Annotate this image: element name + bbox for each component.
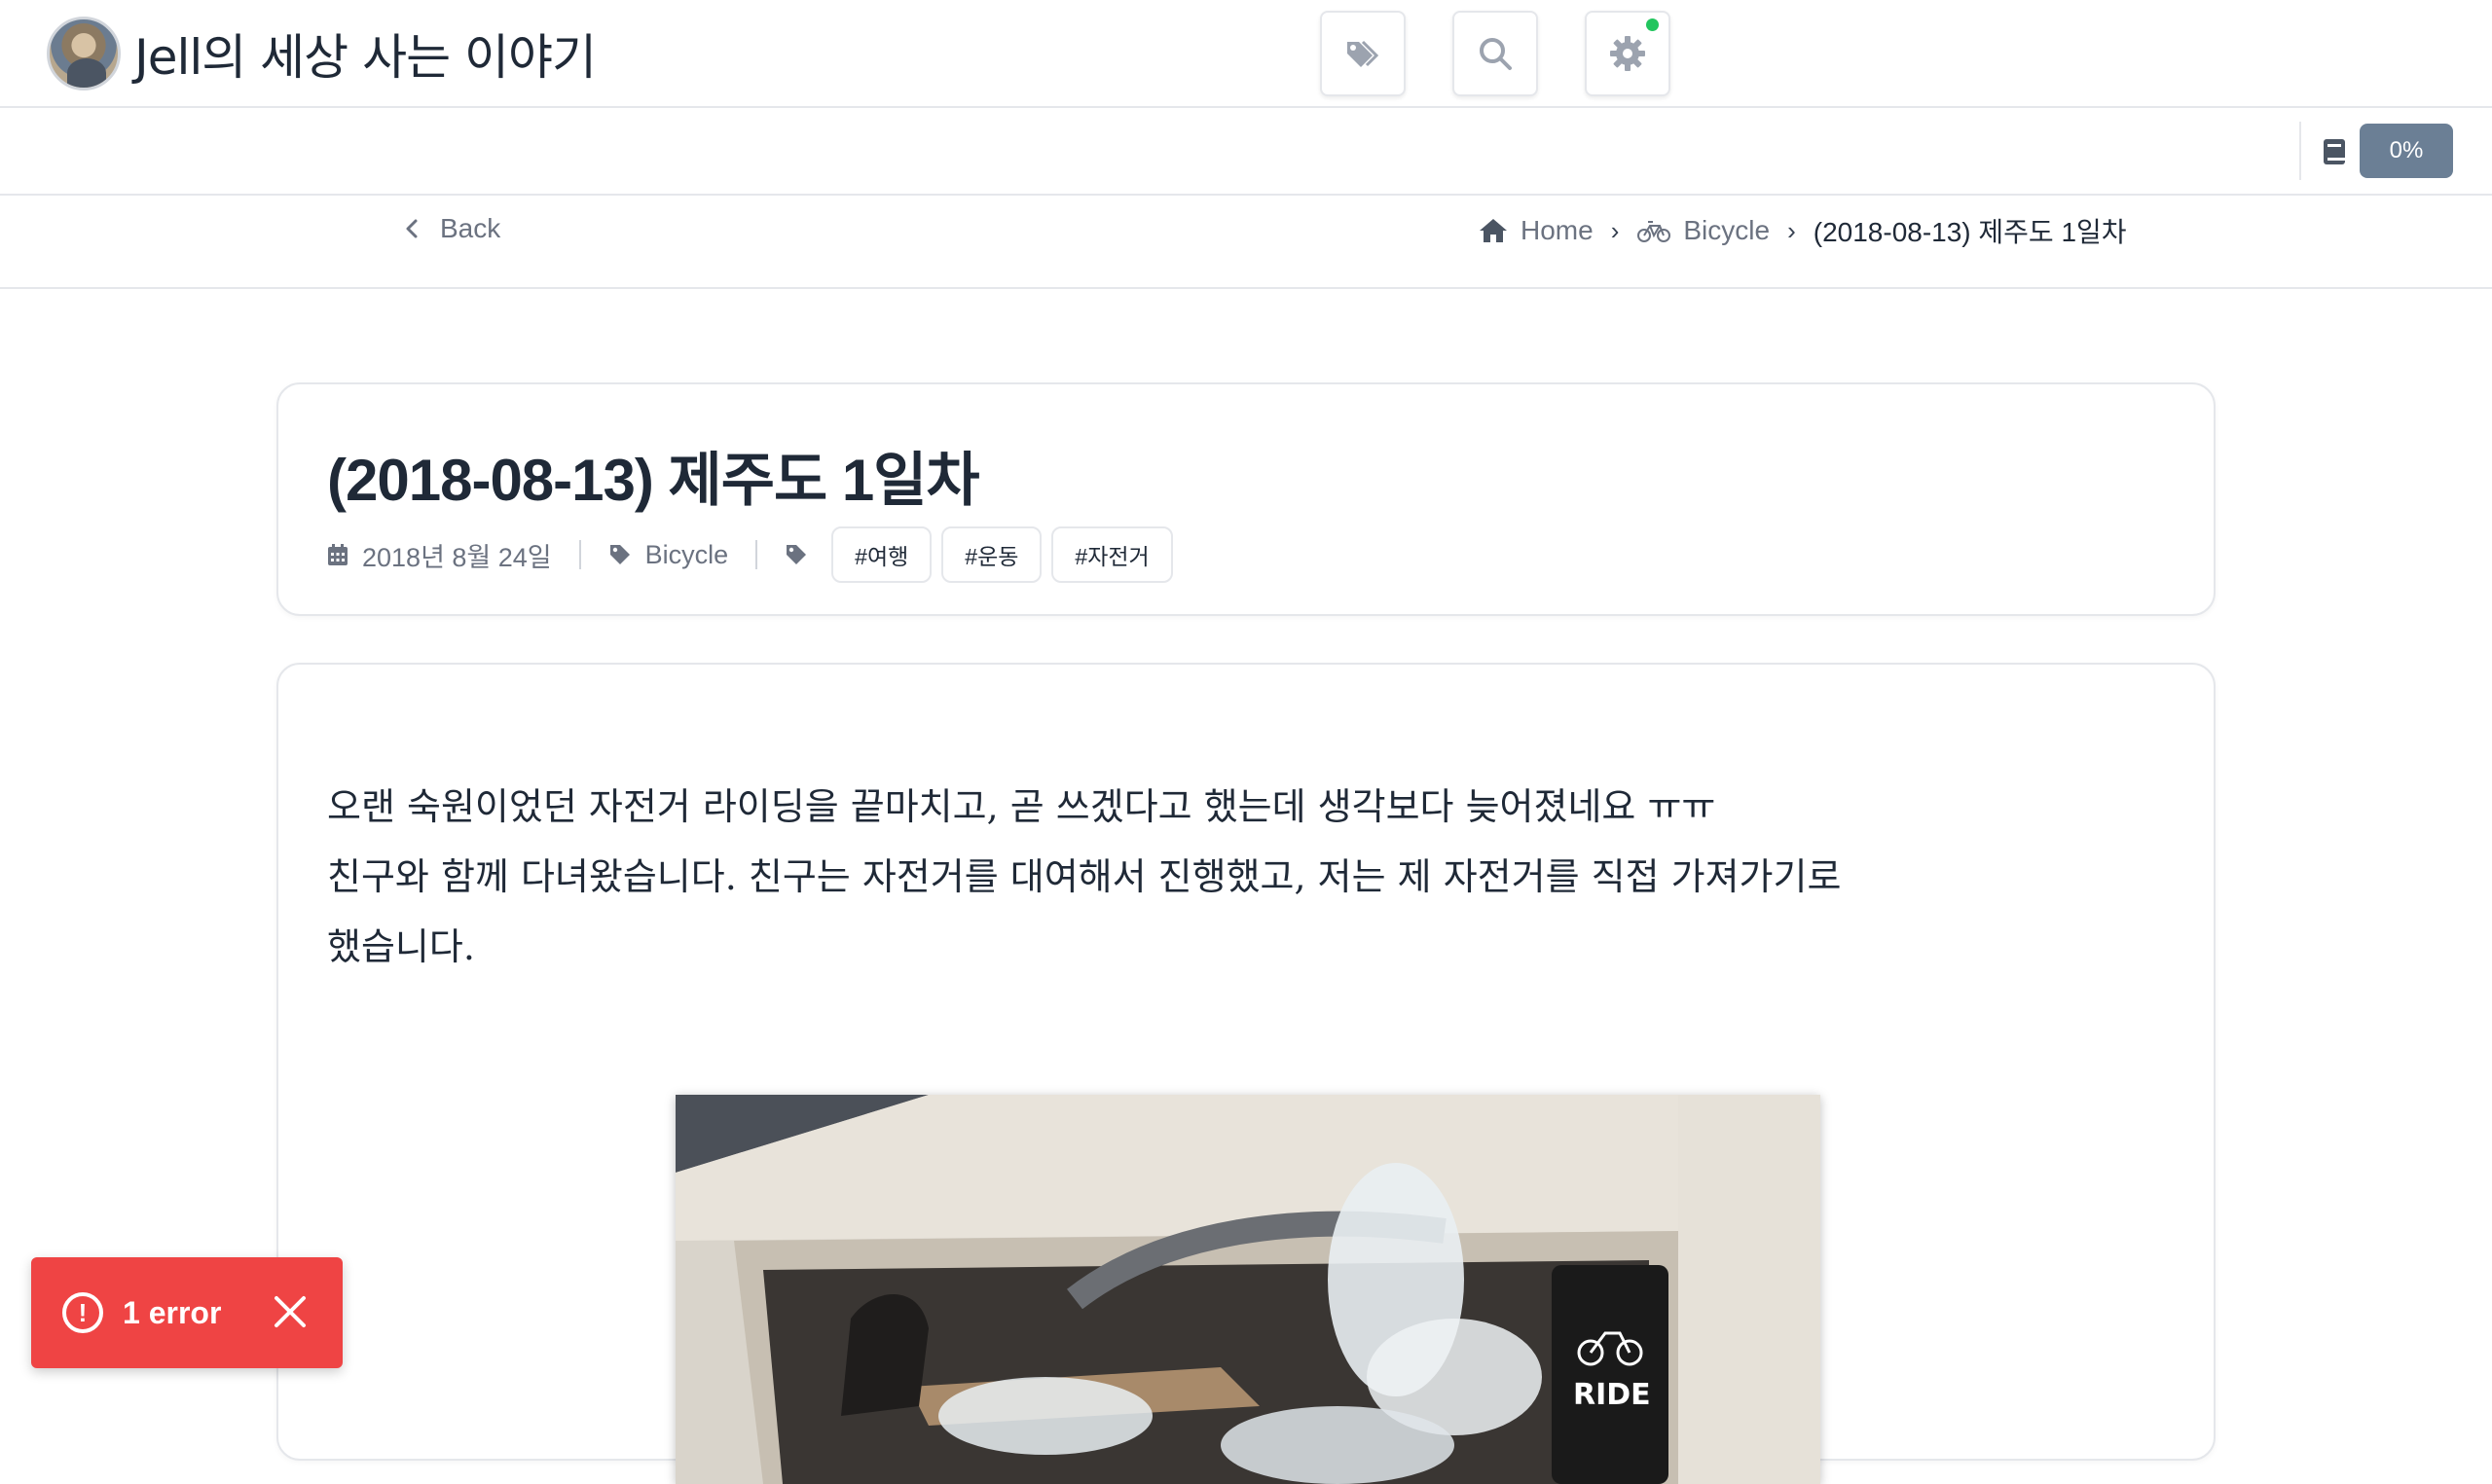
post-nav: Back Home › Bicycle › (2018-08-13) 제주도 1…: [0, 196, 2492, 289]
search-button[interactable]: [1452, 11, 1538, 96]
post-paragraph: 오랜 숙원이었던 자전거 라이딩을 끝마치고, 곧 쓰겠다고 했는데 생각보다 …: [327, 772, 2157, 982]
tags-icon: [1347, 40, 1379, 67]
reading-progress-bar: 0%: [0, 108, 2492, 196]
breadcrumb-separator: ›: [1610, 215, 1620, 245]
tag-chip[interactable]: #자전거: [1051, 526, 1173, 583]
paragraph-line: 오랜 숙원이었던 자전거 라이딩을 끝마치고, 곧 쓰겠다고 했는데 생각보다 …: [327, 785, 1716, 828]
gear-icon: [1610, 36, 1645, 71]
post-category-text: Bicycle: [644, 539, 729, 569]
site-header: Jell의 세상 사는 이야기: [0, 0, 2492, 108]
search-icon: [1480, 38, 1512, 70]
divider: [2299, 122, 2301, 180]
close-icon[interactable]: [273, 1294, 308, 1329]
alert-circle-icon: !: [62, 1292, 103, 1333]
post-header-card: (2018-08-13) 제주도 1일차 2018년 8월 24일 Bicycl…: [276, 382, 2216, 616]
paragraph-line: 친구와 함께 다녀왔습니다. 친구는 자전거를 대여해서 진행했고, 저는 제 …: [327, 855, 1842, 898]
tags-button[interactable]: [1320, 11, 1406, 96]
home-icon: [1480, 219, 1507, 242]
status-dot: [1646, 18, 1659, 31]
post-body-card: 오랜 숙원이었던 자전거 라이딩을 끝마치고, 곧 쓰겠다고 했는데 생각보다 …: [276, 663, 2216, 1484]
tag-chip[interactable]: #운동: [941, 526, 1043, 583]
error-toast[interactable]: ! 1 error: [31, 1257, 343, 1368]
bicycle-icon: [1637, 221, 1671, 242]
brand-link[interactable]: Jell의 세상 사는 이야기: [47, 17, 597, 90]
bicycle-box-photo: RIDE: [676, 1095, 1820, 1484]
calendar-icon: [328, 544, 348, 565]
paragraph-line: 했습니다.: [327, 925, 475, 968]
site-title: Jell의 세상 사는 이야기: [134, 29, 597, 86]
progress-percent: 0%: [2360, 124, 2453, 178]
breadcrumb-current: (2018-08-13) 제주도 1일차: [1813, 217, 2127, 247]
tags-icon: [787, 545, 807, 564]
settings-button[interactable]: [1585, 11, 1670, 96]
post-category[interactable]: Bicycle: [608, 539, 729, 570]
breadcrumb-separator: ›: [1787, 215, 1796, 245]
photo-text: RIDE: [1573, 1378, 1651, 1412]
breadcrumb-home[interactable]: Home: [1521, 215, 1594, 246]
post-photo[interactable]: RIDE: [676, 1095, 1820, 1484]
breadcrumb-category[interactable]: Bicycle: [1683, 215, 1770, 246]
divider: [578, 540, 581, 569]
avatar: [47, 17, 121, 90]
book-icon: [2324, 139, 2345, 164]
post-date-text: 2018년 8월 24일: [362, 542, 552, 572]
back-link[interactable]: Back: [401, 213, 500, 244]
post-title: (2018-08-13) 제주도 1일차: [327, 448, 980, 513]
error-message: 1 error: [123, 1294, 222, 1330]
back-label: Back: [440, 213, 501, 243]
tag-icon: [609, 545, 630, 564]
post-date: 2018년 8월 24일: [327, 536, 552, 574]
post-meta: 2018년 8월 24일 Bicycle #여행 #운동 #자전거: [327, 526, 1173, 583]
chevron-left-icon: [406, 219, 418, 238]
divider: [755, 540, 758, 569]
tag-chip[interactable]: #여행: [831, 526, 933, 583]
breadcrumb: Home › Bicycle › (2018-08-13) 제주도 1일차: [1478, 211, 2127, 250]
